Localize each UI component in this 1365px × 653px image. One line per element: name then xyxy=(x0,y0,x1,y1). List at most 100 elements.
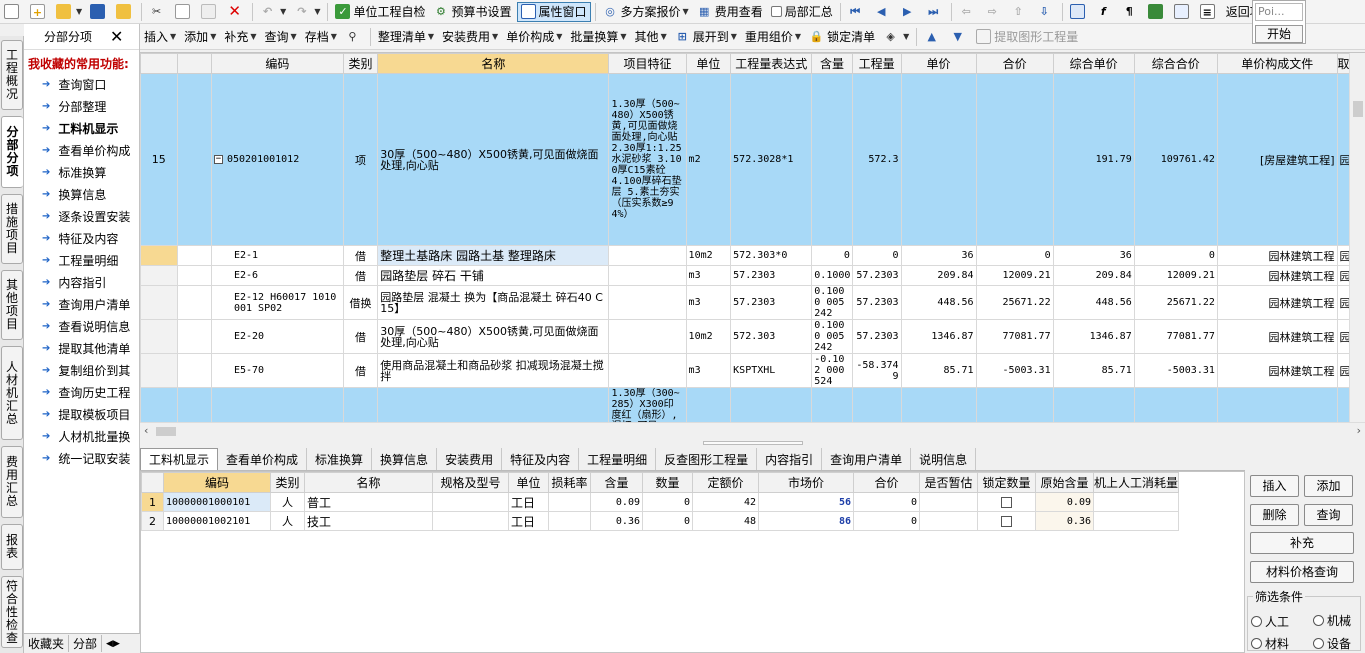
calculator-icon[interactable] xyxy=(1067,2,1091,22)
other-menu[interactable]: 其他 ▼ xyxy=(632,27,670,47)
material-price-query-button[interactable]: 材料价格查询 xyxy=(1250,561,1354,583)
lock-qty-checkbox[interactable] xyxy=(1001,497,1012,508)
cut-icon[interactable]: ✂ xyxy=(146,2,170,22)
start-button[interactable]: 开始 xyxy=(1255,25,1303,43)
tab-content-guide[interactable]: 内容指引 xyxy=(757,448,823,470)
tab-overview[interactable]: 工程概况 xyxy=(1,40,23,110)
tab-labor-material[interactable]: 工料机显示 xyxy=(140,448,219,470)
extract-graphic-button[interactable]: 提取图形工程量 xyxy=(973,27,1081,47)
tab-report[interactable]: 报表 xyxy=(1,524,23,570)
tab-labor-material-summary[interactable]: 人材机汇总 xyxy=(1,346,23,440)
col-unit[interactable]: 单位 xyxy=(508,472,549,493)
fee-view-button[interactable]: ▦ 费用查看 xyxy=(694,2,766,22)
delete-icon[interactable]: ✕ xyxy=(224,2,248,22)
col-quota-price[interactable]: 定额价 xyxy=(692,472,759,493)
arrow-right-icon[interactable]: ⇨ xyxy=(982,2,1006,22)
col-comp-total[interactable]: 综合合价 xyxy=(1133,53,1218,74)
insert-button[interactable]: 插入 xyxy=(1250,475,1299,497)
list-item[interactable]: ➔ 逐条设置安装 xyxy=(24,205,139,227)
col-type[interactable]: 类别 xyxy=(342,53,379,74)
expand-to-menu[interactable]: ⊞ 展开到 ▼ xyxy=(672,27,740,47)
batch-convert-menu[interactable]: 批量换算 ▼ xyxy=(567,27,629,47)
col-feature[interactable]: 项目特征 xyxy=(608,53,687,74)
move-up-icon[interactable]: ▲ xyxy=(921,27,945,47)
col-total[interactable]: 合价 xyxy=(975,53,1054,74)
folder-icon[interactable] xyxy=(113,2,137,22)
col-unit[interactable]: 单位 xyxy=(685,53,732,74)
close-icon[interactable]: ✕ xyxy=(110,27,123,46)
col-code[interactable]: 编码 xyxy=(210,53,344,74)
delete-button[interactable]: 删除 xyxy=(1250,504,1299,526)
col-loss[interactable]: 损耗率 xyxy=(548,472,591,493)
list-item[interactable]: ➔ 复制组价到其 xyxy=(24,359,139,381)
col-comp-price[interactable]: 综合单价 xyxy=(1052,53,1135,74)
list-item[interactable]: ➔ 内容指引 xyxy=(24,271,139,293)
arrow-down-icon[interactable]: ⇩ xyxy=(1034,2,1058,22)
binoculars-icon[interactable]: ⚲ xyxy=(342,27,366,47)
new-icon[interactable]: + xyxy=(27,2,51,22)
table-row[interactable]: E2-1 借 整理土基路床 园路土基 整理路床 10m2 572.303*0 0… xyxy=(140,245,1365,266)
tab-compliance-check[interactable]: 符合性检查 xyxy=(1,576,23,648)
tab-favorites[interactable]: 收藏夹 xyxy=(24,635,70,652)
last-icon[interactable]: ⏭ xyxy=(923,2,947,22)
multi-quote-button[interactable]: ◎ 多方案报价 ▼ xyxy=(600,2,692,22)
prev-icon[interactable]: ◀ xyxy=(871,2,895,22)
col-content[interactable]: 含量 xyxy=(811,53,853,74)
scroll-thumb[interactable] xyxy=(156,427,176,436)
lock-list-button[interactable]: 🔒 锁定清单 xyxy=(806,27,878,47)
tab-qty-detail[interactable]: 工程量明细 xyxy=(579,448,657,470)
col-orig-content[interactable]: 原始含量 xyxy=(1035,472,1094,493)
tab-other-items[interactable]: 其他项目 xyxy=(1,270,23,340)
new-file-icon[interactable] xyxy=(1,2,25,22)
add-menu[interactable]: 添加 ▼ xyxy=(181,27,219,47)
font-icon[interactable]: f xyxy=(1093,2,1117,22)
list-icon[interactable]: ≡ xyxy=(1197,2,1221,22)
list-item[interactable]: ➔ 提取其他清单 xyxy=(24,337,139,359)
unit-price-menu[interactable]: 单价构成 ▼ xyxy=(503,27,565,47)
paste-icon[interactable] xyxy=(198,2,222,22)
col-file[interactable]: 单价构成文件 xyxy=(1216,53,1338,74)
table-row[interactable]: 15 −050201001012 项 30厚（500~480）X500锈黄,可见… xyxy=(140,73,1365,246)
col-machine-labor[interactable]: 机上人工消耗量 xyxy=(1093,472,1179,493)
tab-division[interactable]: 分部分项 xyxy=(1,116,23,188)
tab-division-panel[interactable]: 分部 xyxy=(69,635,103,652)
scroll-arrows-icon[interactable]: ◀▶ xyxy=(102,639,124,649)
install-fee-menu[interactable]: 安装费用 ▼ xyxy=(439,27,501,47)
col-market-price[interactable]: 市场价 xyxy=(758,472,854,493)
tab-user-list[interactable]: 查询用户清单 xyxy=(822,448,912,470)
table-row[interactable]: E2-6 借 园路垫层 碎石 干铺 m3 57.2303 0.1000 57.2… xyxy=(140,265,1365,286)
tab-reverse-graphic[interactable]: 反查图形工程量 xyxy=(656,448,758,470)
list-item[interactable]: ➔ 查询用户清单 xyxy=(24,293,139,315)
tab-notes[interactable]: 说明信息 xyxy=(911,448,977,470)
list-item[interactable]: ➔ 人材机批量换 xyxy=(24,425,139,447)
col-type[interactable]: 类别 xyxy=(270,472,305,493)
copy-icon[interactable] xyxy=(172,2,196,22)
cube-icon[interactable] xyxy=(1145,2,1169,22)
tab-unit-price[interactable]: 查看单价构成 xyxy=(218,448,308,470)
filter-machine-radio[interactable]: 机械 xyxy=(1313,612,1351,629)
splitter-grip[interactable] xyxy=(703,441,803,445)
redo-icon[interactable]: ↷ ▼ xyxy=(291,2,323,22)
table-row[interactable]: 1 10000001000101 人 普工 工日 0.09 0 42 56 0 … xyxy=(141,492,1179,512)
col-price[interactable]: 单价 xyxy=(900,53,977,74)
arrow-up-icon[interactable]: ⇧ xyxy=(1008,2,1032,22)
tab-features[interactable]: 特征及内容 xyxy=(502,448,580,470)
move-down-icon[interactable]: ▼ xyxy=(947,27,971,47)
horizontal-scrollbar[interactable]: ‹ › xyxy=(140,422,1365,439)
first-icon[interactable]: ⏮ xyxy=(845,2,869,22)
list-item[interactable]: ➔ 查询历史工程 xyxy=(24,381,139,403)
col-name[interactable]: 名称 xyxy=(304,472,433,493)
list-item[interactable]: ➔ 提取模板项目 xyxy=(24,403,139,425)
supplement-menu[interactable]: 补充 ▼ xyxy=(221,27,259,47)
col-qty[interactable]: 工程量 xyxy=(851,53,902,74)
self-check-button[interactable]: ✓ 单位工程自检 xyxy=(332,2,428,22)
insert-menu[interactable]: 插入 ▼ xyxy=(141,27,179,47)
next-icon[interactable]: ▶ xyxy=(897,2,921,22)
col-lock-qty[interactable]: 锁定数量 xyxy=(977,472,1036,493)
splitter[interactable] xyxy=(140,439,1365,447)
image-icon[interactable] xyxy=(1171,2,1195,22)
tab-standard-convert[interactable]: 标准换算 xyxy=(307,448,373,470)
scroll-left-icon[interactable]: ‹ xyxy=(144,424,148,437)
local-summary-button[interactable]: 局部汇总 xyxy=(768,2,836,22)
list-item[interactable]: ➔ 分部整理 xyxy=(24,95,139,117)
